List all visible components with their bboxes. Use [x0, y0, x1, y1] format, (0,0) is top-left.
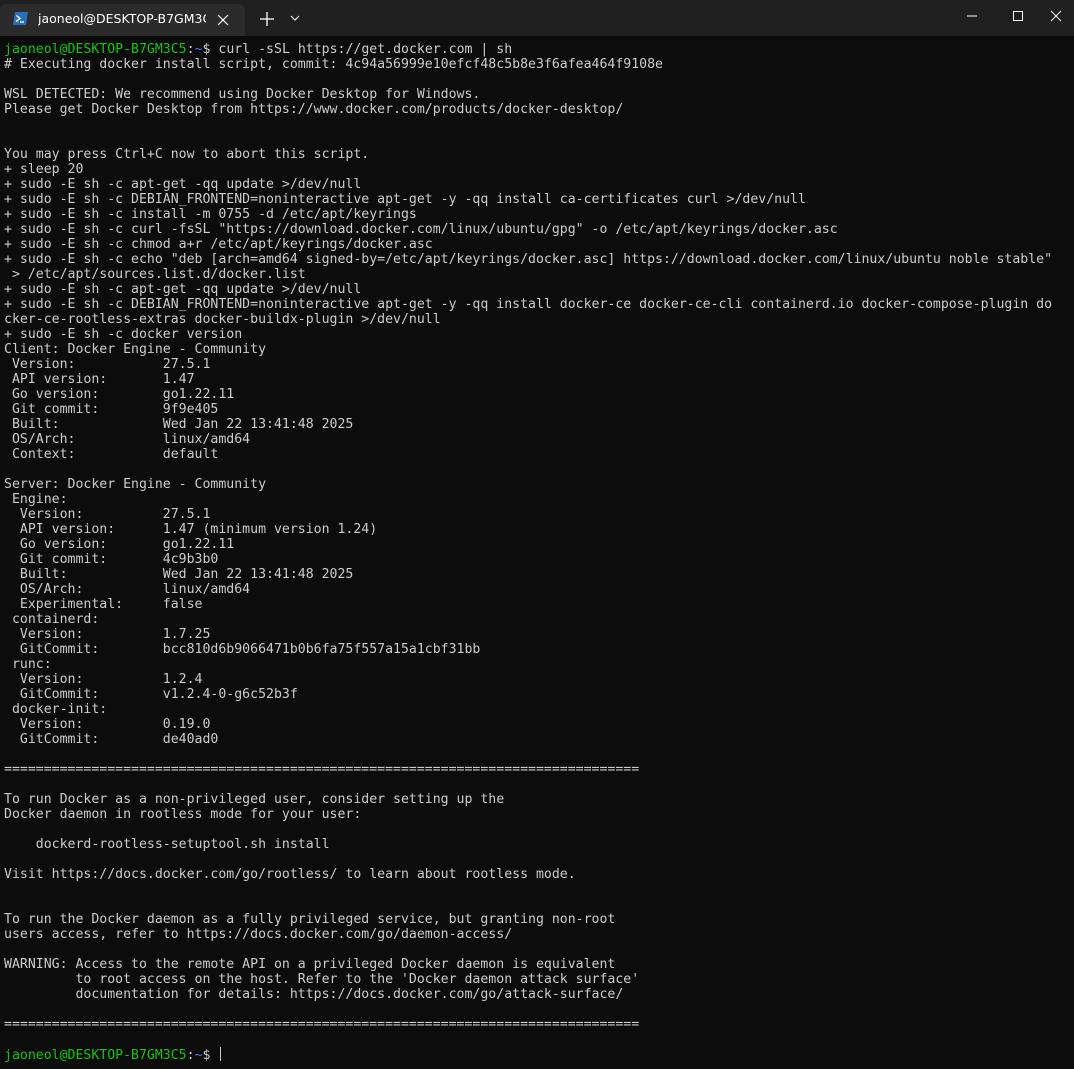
output-line: to root access on the host. Refer to the… [4, 972, 640, 987]
maximize-button[interactable] [995, 0, 1041, 32]
output-line: You may press Ctrl+C now to abort this s… [4, 147, 370, 162]
output-line: + sudo -E sh -c curl -fsSL "https://down… [4, 222, 838, 237]
output-line: Version: 1.2.4 [4, 672, 203, 687]
output-line: WARNING: Access to the remote API on a p… [4, 957, 616, 972]
output-line: dockerd-rootless-setuptool.sh install [4, 837, 330, 852]
chevron-down-icon[interactable] [286, 9, 304, 27]
output-line: # Executing docker install script, commi… [4, 57, 663, 72]
output-line: + sudo -E sh -c DEBIAN_FRONTEND=noninter… [4, 192, 806, 207]
powershell-icon [13, 12, 28, 25]
output-line: To run the Docker daemon as a fully priv… [4, 912, 616, 927]
output-line: Built: Wed Jan 22 13:41:48 2025 [4, 417, 354, 432]
output-line: + sudo -E sh -c chmod a+r /etc/apt/keyri… [4, 237, 433, 252]
terminal-output[interactable]: jaoneol@DESKTOP-B7GM3C5:~$ curl -sSL htt… [0, 42, 1074, 1069]
output-line: Version: 27.5.1 [4, 507, 211, 522]
output-line: Git commit: 9f9e405 [4, 402, 219, 417]
plus-icon[interactable] [255, 7, 279, 31]
close-window-button[interactable] [1036, 0, 1074, 32]
tab-title: jaoneol@DESKTOP-B7GM3C5: [38, 11, 206, 26]
close-icon[interactable] [214, 11, 232, 29]
output-line: Version: 1.7.25 [4, 627, 211, 642]
output-line: GitCommit: bcc810d6b9066471b0b6fa75f557a… [4, 642, 481, 657]
tab-terminal[interactable]: jaoneol@DESKTOP-B7GM3C5: [0, 4, 245, 36]
output-line: OS/Arch: linux/amd64 [4, 582, 251, 597]
output-line: API version: 1.47 (minimum version 1.24) [4, 522, 378, 537]
output-line: Built: Wed Jan 22 13:41:48 2025 [4, 567, 354, 582]
output-line: To run Docker as a non-privileged user, … [4, 792, 505, 807]
output-line: + sudo -E sh -c apt-get -qq update >/dev… [4, 282, 362, 297]
minimize-icon [967, 15, 977, 17]
output-line: + sudo -E sh -c DEBIAN_FRONTEND=noninter… [4, 297, 1053, 312]
close-icon [1050, 10, 1062, 22]
minimize-button[interactable] [949, 0, 995, 32]
output-line: Please get Docker Desktop from https://w… [4, 102, 624, 117]
output-line: API version: 1.47 [4, 372, 195, 387]
output-line: Version: 27.5.1 [4, 357, 211, 372]
output-line: + sleep 20 [4, 162, 84, 177]
output-line: Git commit: 4c9b3b0 [4, 552, 219, 567]
prompt-user: jaoneol@DESKTOP-B7GM3C5 [4, 42, 187, 57]
output-line: ========================================… [4, 762, 640, 777]
output-line: Version: 0.19.0 [4, 717, 211, 732]
output-line: users access, refer to https://docs.dock… [4, 927, 513, 942]
output-line: Context: default [4, 447, 219, 462]
output-line: ========================================… [4, 1017, 640, 1032]
output-line: + sudo -E sh -c apt-get -qq update >/dev… [4, 177, 362, 192]
output-line: Visit https://docs.docker.com/go/rootles… [4, 867, 576, 882]
text-cursor [220, 1047, 222, 1061]
output-line: Docker daemon in rootless mode for your … [4, 807, 362, 822]
terminal-window: jaoneol@DESKTOP-B7GM3C5: jaoneol@DESKTOP… [0, 0, 1074, 1069]
output-line: docker-init: [4, 702, 108, 717]
prompt-path: ~ [194, 1048, 203, 1063]
prompt-user: jaoneol@DESKTOP-B7GM3C5 [4, 1048, 187, 1063]
output-line: containerd: [4, 612, 100, 627]
output-line: GitCommit: de40ad0 [4, 732, 219, 747]
output-line: + sudo -E sh -c docker version [4, 327, 243, 342]
output-line: + sudo -E sh -c install -m 0755 -d /etc/… [4, 207, 417, 222]
prompt-path: ~ [194, 42, 203, 57]
output-line: Client: Docker Engine - Community [4, 342, 267, 357]
output-line: WSL DETECTED: We recommend using Docker … [4, 87, 481, 102]
active-prompt-line[interactable]: jaoneol@DESKTOP-B7GM3C5:~$ [4, 1047, 222, 1063]
output-line: Experimental: false [4, 597, 203, 612]
command-line: jaoneol@DESKTOP-B7GM3C5:~$ curl -sSL htt… [4, 42, 513, 57]
output-line: cker-ce-rootless-extras docker-buildx-pl… [4, 312, 441, 327]
output-line: Go version: go1.22.11 [4, 537, 235, 552]
output-line: documentation for details: https://docs.… [4, 987, 624, 1002]
output-line: Server: Docker Engine - Community [4, 477, 267, 492]
command-text: curl -sSL https://get.docker.com | sh [210, 42, 513, 57]
maximize-icon [1013, 11, 1023, 21]
output-line: + sudo -E sh -c echo "deb [arch=amd64 si… [4, 252, 1053, 267]
output-line: Engine: [4, 492, 68, 507]
title-bar[interactable]: jaoneol@DESKTOP-B7GM3C5: [0, 0, 1074, 36]
output-line: runc: [4, 657, 52, 672]
output-line: GitCommit: v1.2.4-0-g6c52b3f [4, 687, 298, 702]
prompt-input[interactable] [210, 1048, 218, 1063]
output-line: > /etc/apt/sources.list.d/docker.list [4, 267, 306, 282]
output-line: Go version: go1.22.11 [4, 387, 235, 402]
output-line: OS/Arch: linux/amd64 [4, 432, 251, 447]
